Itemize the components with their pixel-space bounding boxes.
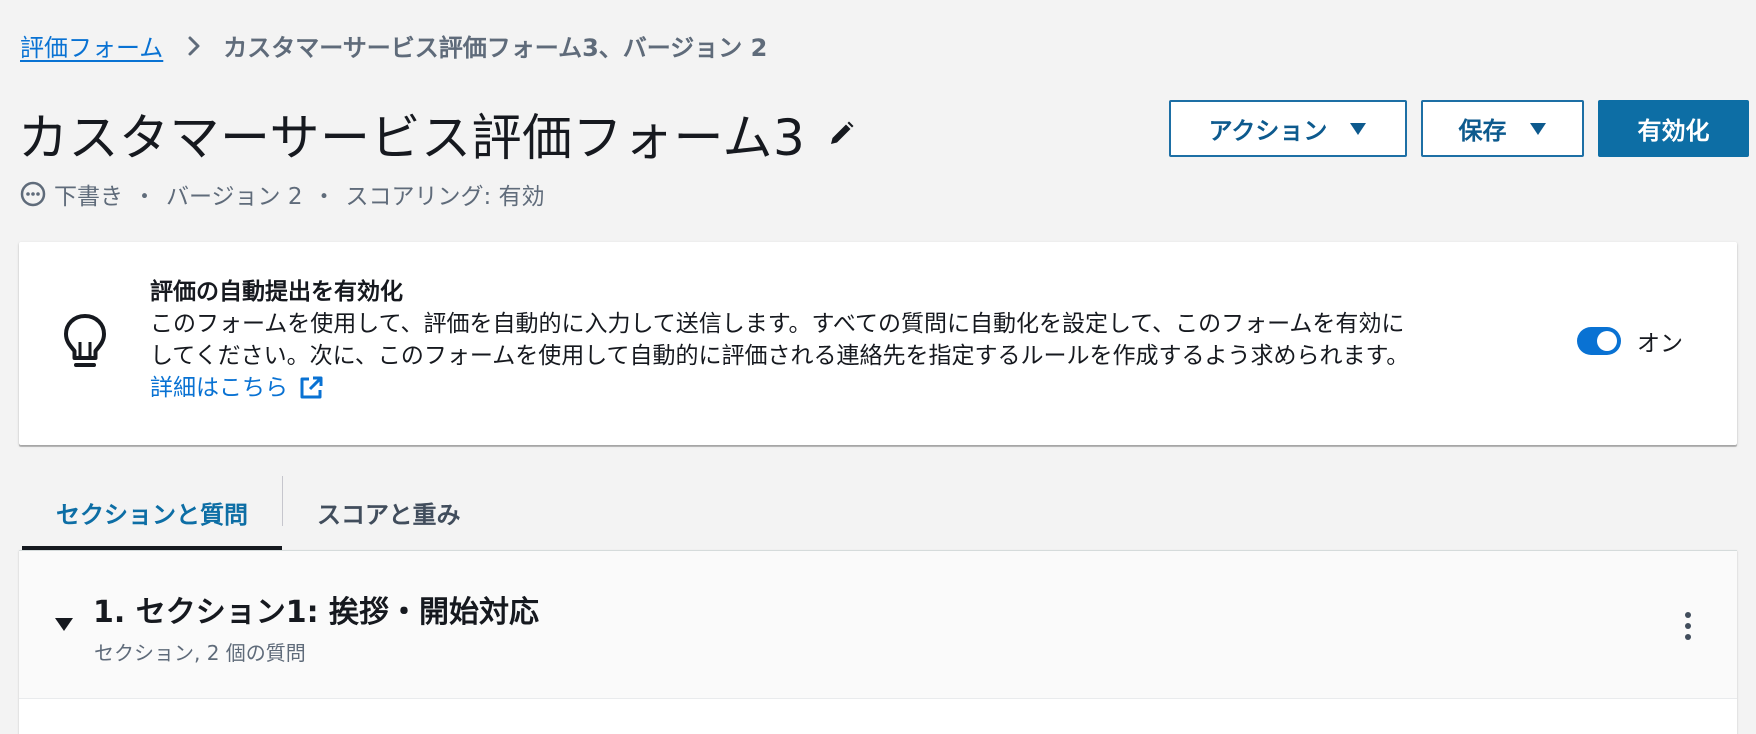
learn-more-link[interactable]: 詳細はこちら [150,372,324,404]
auto-submit-title: 評価の自動提出を有効化 [150,279,403,305]
breadcrumb: 評価フォーム カスタマーサービス評価フォーム3、バージョン 2 [20,28,767,63]
section-header[interactable]: 1. セクション1: 挨拶・開始対応 セクション, 2 個の質問 [19,551,1737,699]
chevron-right-icon [187,35,201,57]
breadcrumb-current: カスタマーサービス評価フォーム3、バージョン 2 [223,34,768,62]
version-text: バージョン 2 [166,184,303,210]
save-button-label: 保存 [1458,117,1507,145]
tab-sections-and-questions[interactable]: セクションと質問 [22,474,282,550]
meta-separator: ・ [133,184,156,210]
auto-submit-card: 評価の自動提出を有効化 このフォームを使用して、評価を自動的に入力して送信します… [19,242,1737,445]
evaluation-form-editor: 評価フォーム カスタマーサービス評価フォーム3、バージョン 2 カスタマーサービ… [0,0,1756,734]
actions-dropdown-button[interactable]: アクション [1169,100,1407,157]
section-title: 1. セクション1: 挨拶・開始対応 [93,595,540,630]
status-text: 下書き [54,184,123,210]
page-title: カスタマーサービス評価フォーム3 [18,109,806,167]
section-content [19,699,1737,734]
caret-down-icon [1529,122,1547,136]
learn-more-label: 詳細はこちら [150,375,288,401]
auto-submit-description-line-1: このフォームを使用して、評価を自動的に入力して送信します。すべての質問に自動化を… [150,311,1405,337]
caret-down-icon[interactable] [54,616,74,632]
kebab-menu-icon[interactable] [1684,611,1692,641]
external-link-icon [298,375,324,401]
save-dropdown-button[interactable]: 保存 [1421,100,1584,157]
section-panel: 1. セクション1: 挨拶・開始対応 セクション, 2 個の質問 [19,550,1737,734]
auto-submit-description-line-2: してください。次に、このフォームを使用して自動的に評価される連絡先を指定するルー… [150,343,1410,369]
activate-button[interactable]: 有効化 [1598,100,1749,157]
scoring-text: スコアリング: 有効 [345,184,545,210]
toggle-label: オン [1637,331,1683,357]
tab-list: セクションと質問 スコアと重み [22,474,495,550]
title-row: カスタマーサービス評価フォーム3 [18,98,855,170]
lightbulb-icon [61,312,109,372]
toggle-knob [1597,331,1617,351]
breadcrumb-link-evaluation-forms[interactable]: 評価フォーム [20,28,163,63]
meta-separator: ・ [312,184,336,210]
caret-down-icon [1349,122,1367,136]
header-actions: アクション 保存 有効化 [1169,100,1749,157]
auto-submit-toggle-group: オン [1577,324,1683,358]
actions-button-label: アクション [1208,117,1328,145]
draft-status-icon [20,181,46,207]
form-meta: 下書き ・ バージョン 2 ・ スコアリング: 有効 [20,177,545,211]
tab-scores-and-weights[interactable]: スコアと重み [283,474,495,550]
section-subtitle: セクション, 2 個の質問 [94,641,306,665]
auto-submit-body: 評価の自動提出を有効化 このフォームを使用して、評価を自動的に入力して送信します… [150,276,1550,404]
auto-submit-toggle[interactable] [1577,327,1621,355]
pencil-icon[interactable] [827,120,855,148]
